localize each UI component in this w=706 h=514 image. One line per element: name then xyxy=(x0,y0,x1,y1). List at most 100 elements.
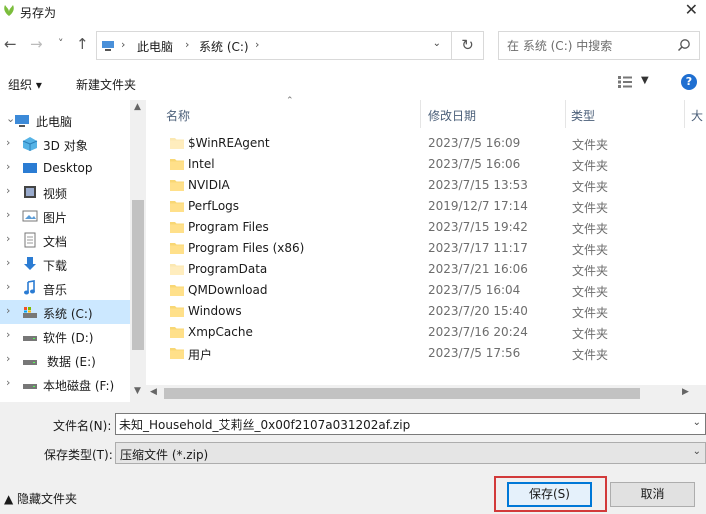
column-header-modified[interactable]: 修改日期 xyxy=(428,107,476,124)
breadcrumb-separator: › xyxy=(255,38,260,51)
file-modified: 2019/12/7 17:14 xyxy=(428,199,528,213)
new-folder-button[interactable]: 新建文件夹 xyxy=(76,76,136,93)
column-divider[interactable] xyxy=(565,100,566,128)
chevron-right-icon[interactable]: › xyxy=(6,208,10,221)
sidebar-item-label: 视频 xyxy=(43,187,68,201)
file-modified: 2023/7/5 17:56 xyxy=(428,346,521,360)
sidebar-item-videos[interactable]: › 视频 xyxy=(0,180,130,204)
breadcrumb-separator: › xyxy=(121,38,126,51)
file-row[interactable]: NVIDIA 2023/7/15 13:53 文件夹 xyxy=(160,175,680,196)
file-row[interactable]: Windows 2023/7/20 15:40 文件夹 xyxy=(160,301,680,322)
address-bar[interactable]: › 此电脑 › 系统 (C:) › ⌄ xyxy=(96,31,452,60)
file-type: 文件夹 xyxy=(572,306,609,320)
sidebar-item-drive-d[interactable]: › 软件 (D:) xyxy=(0,324,130,348)
chevron-right-icon[interactable]: › xyxy=(6,232,10,245)
column-header-row: 名称 修改日期 类型 大 xyxy=(146,100,706,128)
file-row[interactable]: $WinREAgent 2023/7/5 16:09 文件夹 xyxy=(160,133,680,154)
sidebar-item-3d-objects[interactable]: › 3D 对象 xyxy=(0,132,130,156)
chevron-right-icon[interactable]: › xyxy=(6,280,10,293)
downloads-icon xyxy=(24,257,36,270)
search-box[interactable] xyxy=(498,31,700,60)
sidebar-item-system-drive[interactable]: › 系统 (C:) xyxy=(0,300,130,324)
address-dropdown-icon[interactable]: ⌄ xyxy=(433,38,441,49)
close-icon[interactable]: ✕ xyxy=(685,1,698,19)
filename-combobox[interactable]: ⌄ xyxy=(115,413,706,435)
folder-icon xyxy=(170,348,184,359)
column-header-type[interactable]: 类型 xyxy=(571,107,595,124)
column-header-size[interactable]: 大 xyxy=(691,107,703,124)
file-modified: 2023/7/16 20:24 xyxy=(428,325,528,339)
up-arrow-icon[interactable]: ↑ xyxy=(76,36,89,52)
view-dropdown-icon[interactable]: ▼ xyxy=(641,75,649,86)
recent-locations-icon[interactable]: ˅ xyxy=(58,36,64,52)
scroll-up-icon[interactable]: ▲ xyxy=(134,102,141,112)
file-name: ProgramData xyxy=(188,262,268,276)
sidebar-item-drive-f[interactable]: › 本地磁盘 (F:) xyxy=(0,372,130,396)
file-row[interactable]: ProgramData 2023/7/21 16:06 文件夹 xyxy=(160,259,680,280)
cancel-button[interactable]: 取消 xyxy=(610,482,695,507)
hide-folders-toggle[interactable]: ▲ 隐藏文件夹 xyxy=(4,490,77,507)
chevron-right-icon[interactable]: › xyxy=(6,352,10,365)
scroll-down-icon[interactable]: ▼ xyxy=(134,386,141,396)
chevron-right-icon[interactable]: › xyxy=(6,376,10,389)
chevron-down-icon[interactable]: ⌄ xyxy=(693,417,701,428)
column-header-name[interactable]: 名称 xyxy=(166,107,190,124)
column-divider[interactable] xyxy=(684,100,685,128)
sidebar-item-label: 下载 xyxy=(43,259,68,273)
navigation-scrollbar[interactable]: ▲ ▼ xyxy=(130,100,146,402)
sort-ascending-icon: ⌃ xyxy=(286,96,294,106)
file-row[interactable]: QMDownload 2023/7/5 16:04 文件夹 xyxy=(160,280,680,301)
scroll-right-icon[interactable]: ▶ xyxy=(682,387,689,397)
file-row[interactable]: Program Files (x86) 2023/7/17 11:17 文件夹 xyxy=(160,238,680,259)
file-list-horizontal-scrollbar[interactable]: ◀ ▶ xyxy=(146,385,706,402)
file-row[interactable]: Program Files 2023/7/15 19:42 文件夹 xyxy=(160,217,680,238)
scrollbar-thumb[interactable] xyxy=(132,200,144,350)
file-row[interactable]: Intel 2023/7/5 16:06 文件夹 xyxy=(160,154,680,175)
breadcrumb-system-drive[interactable]: 系统 (C:) xyxy=(199,38,249,55)
view-options-icon[interactable] xyxy=(617,75,633,89)
sidebar-item-pictures[interactable]: › 图片 xyxy=(0,204,130,228)
organize-menu[interactable]: 组织 ▾ xyxy=(8,76,42,93)
chevron-right-icon[interactable]: › xyxy=(6,184,10,197)
chevron-right-icon[interactable]: › xyxy=(6,160,10,173)
file-modified: 2023/7/17 11:17 xyxy=(428,241,528,255)
file-type: 文件夹 xyxy=(572,159,609,173)
file-type: 文件夹 xyxy=(572,243,609,257)
search-input[interactable] xyxy=(507,37,677,55)
breadcrumb-this-pc[interactable]: 此电脑 xyxy=(137,38,173,55)
refresh-button[interactable]: ↻ xyxy=(452,31,484,60)
chevron-right-icon[interactable]: › xyxy=(6,328,10,341)
scrollbar-thumb[interactable] xyxy=(164,388,640,399)
file-name: Program Files (x86) xyxy=(188,241,305,255)
chevron-right-icon[interactable]: › xyxy=(6,304,10,317)
help-icon[interactable]: ? xyxy=(681,74,697,90)
folder-icon xyxy=(170,243,184,254)
file-row[interactable]: 用户 2023/7/5 17:56 文件夹 xyxy=(160,343,680,364)
sidebar-item-downloads[interactable]: › 下载 xyxy=(0,252,130,276)
sidebar-item-drive-e[interactable]: › 数据 (E:) xyxy=(0,348,130,372)
file-type: 文件夹 xyxy=(572,264,609,278)
back-arrow-icon[interactable]: ← xyxy=(4,36,17,52)
file-modified: 2023/7/15 19:42 xyxy=(428,220,528,234)
forward-arrow-icon[interactable]: → xyxy=(30,36,43,52)
filetype-label: 保存类型(T): xyxy=(44,448,113,462)
scroll-left-icon[interactable]: ◀ xyxy=(150,387,157,397)
sidebar-item-documents[interactable]: › 文档 xyxy=(0,228,130,252)
folder-icon xyxy=(170,201,184,212)
file-name: QMDownload xyxy=(188,283,268,297)
chevron-right-icon[interactable]: › xyxy=(6,256,10,269)
sidebar-item-desktop[interactable]: › Desktop xyxy=(0,156,130,180)
column-divider[interactable] xyxy=(420,100,421,128)
folder-icon xyxy=(170,327,184,338)
file-row[interactable]: XmpCache 2023/7/16 20:24 文件夹 xyxy=(160,322,680,343)
sidebar-item-this-pc[interactable]: ⌄ 此电脑 xyxy=(0,108,130,132)
filename-input[interactable] xyxy=(119,416,679,432)
filetype-select[interactable]: 压缩文件 (*.zip) ⌄ xyxy=(115,442,706,464)
file-row[interactable]: PerfLogs 2019/12/7 17:14 文件夹 xyxy=(160,196,680,217)
folder-icon xyxy=(170,138,184,149)
chevron-right-icon[interactable]: › xyxy=(6,136,10,149)
sidebar-item-music[interactable]: › 音乐 xyxy=(0,276,130,300)
window-title: 另存为 xyxy=(20,6,57,20)
drive-icon xyxy=(23,384,37,389)
chevron-down-icon[interactable]: ⌄ xyxy=(693,446,701,457)
